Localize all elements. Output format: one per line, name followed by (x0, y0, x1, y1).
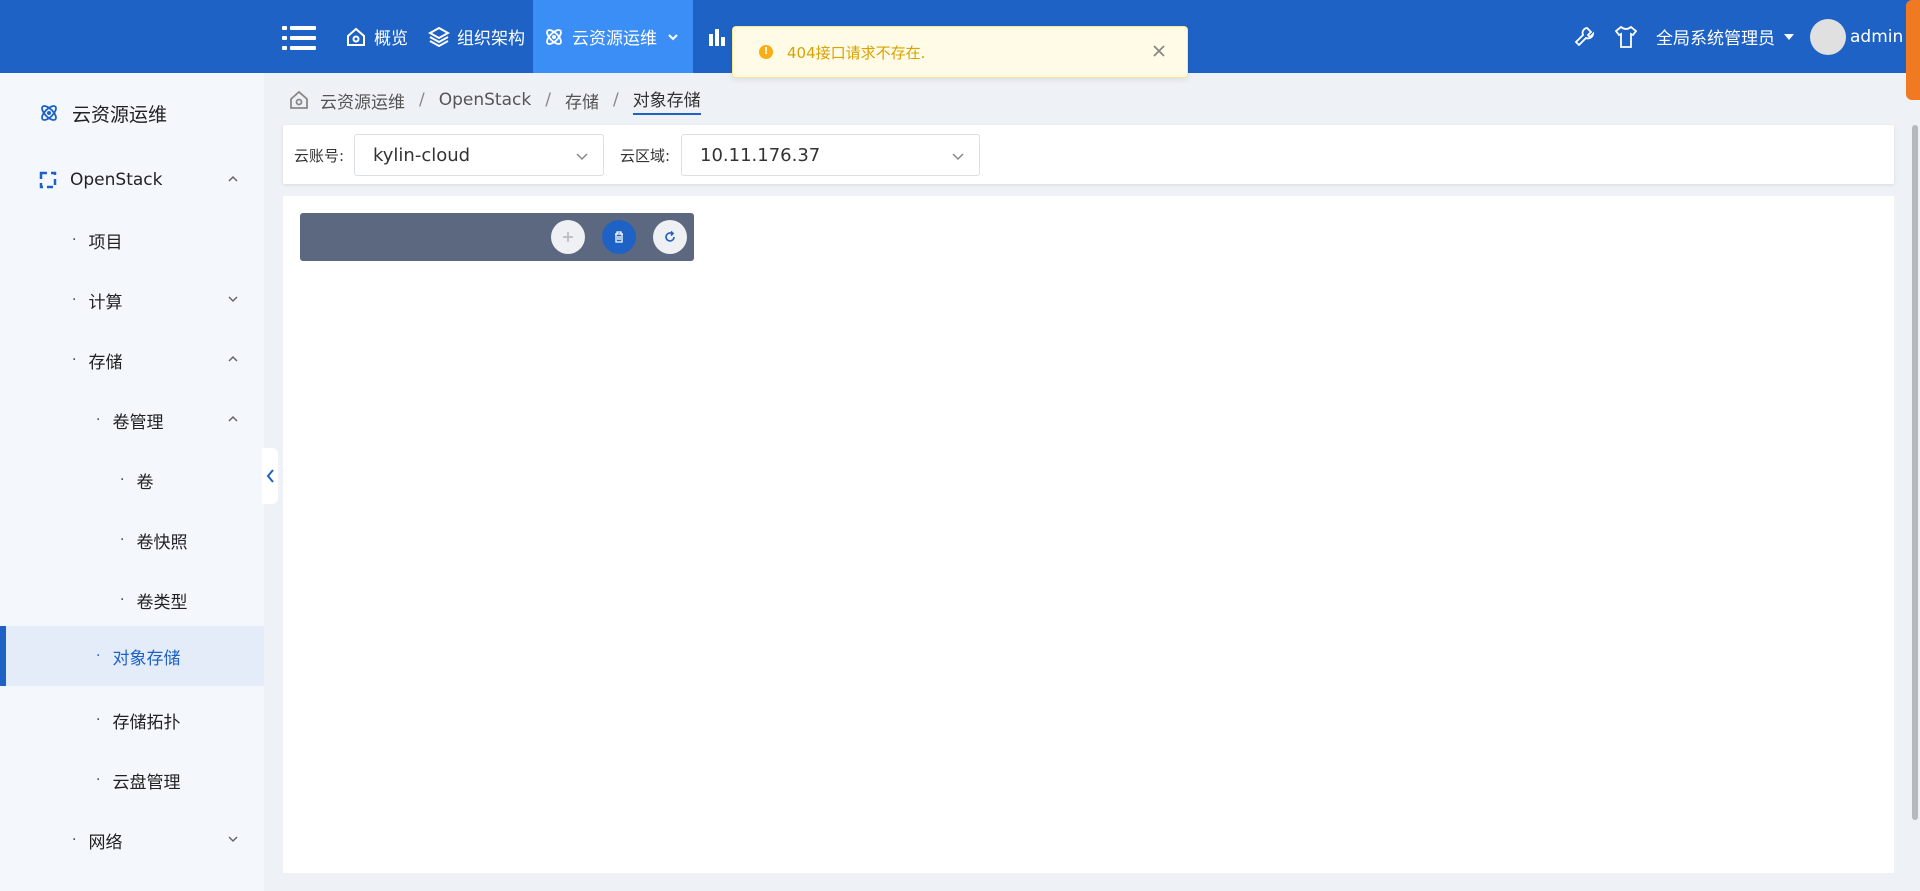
openstack-icon (39, 171, 57, 189)
sidebar-item-volume[interactable]: · 卷 (0, 450, 264, 510)
wrench-icon[interactable] (1573, 0, 1597, 73)
sidebar-item-label: 卷 (136, 472, 154, 493)
region-select[interactable]: 10.11.176.37 (681, 134, 980, 176)
nav-overview[interactable]: 概览 (335, 0, 418, 73)
chevron-left-icon (266, 469, 274, 483)
user-name: admin (1850, 26, 1904, 47)
avatar (1810, 18, 1846, 55)
sidebar-item-label: 云盘管理 (112, 772, 181, 793)
warning-icon: ! (759, 45, 773, 59)
nav-cloud-ops[interactable]: 云资源运维 (533, 0, 693, 73)
sidebar-item-volume-management[interactable]: · 卷管理 (0, 390, 264, 450)
refresh-button[interactable] (653, 220, 687, 254)
sidebar-item-volume-type[interactable]: · 卷类型 (0, 570, 264, 630)
role-selector[interactable]: 全局系统管理员 (1656, 0, 1795, 73)
caret-down-icon (1784, 33, 1794, 40)
account-select[interactable]: kylin-cloud (354, 134, 604, 176)
home-icon (347, 27, 365, 46)
sidebar-item-storage-topology[interactable]: · 存储拓扑 (0, 690, 264, 750)
user-menu[interactable]: admin (1810, 0, 1903, 73)
atom-icon (546, 28, 562, 45)
sidebar-item-label: 项目 (88, 232, 123, 253)
layers-icon (428, 26, 450, 47)
chevron-down-icon (228, 836, 238, 843)
sidebar: 云资源运维 OpenStack · 项目 · 计算 · 存储 · 卷管理 · 卷 · 卷快照… (0, 73, 264, 891)
breadcrumb-item[interactable]: 云资源运维 (320, 88, 405, 113)
nav-cloud-ops-label: 云资源运维 (572, 29, 657, 49)
sidebar-item-label: 计算 (88, 292, 123, 313)
sidebar-item-label: 网络 (88, 832, 123, 853)
sidebar-item-label: 卷快照 (136, 532, 188, 553)
add-button[interactable] (551, 220, 585, 254)
sidebar-item-openstack[interactable]: OpenStack (0, 150, 264, 210)
sidebar-item-object-storage[interactable]: · 对象存储 (0, 626, 264, 686)
role-label: 全局系统管理员 (1656, 29, 1775, 49)
region-label: 云区域: (620, 147, 671, 165)
chevron-down-icon (952, 153, 964, 161)
breadcrumb-current: 对象存储 (632, 86, 701, 115)
menu-toggle-icon[interactable] (282, 26, 316, 50)
region-select-value: 10.11.176.37 (700, 144, 821, 166)
breadcrumb-item[interactable]: 存储 (565, 88, 599, 113)
toast-message: 404接口请求不存在. (787, 43, 926, 62)
sidebar-item-label: 卷管理 (112, 412, 164, 433)
trash-icon (615, 231, 623, 243)
breadcrumb-item[interactable]: OpenStack (439, 90, 531, 110)
filter-bar: 云账号: kylin-cloud 云区域: 10.11.176.37 (283, 125, 1894, 184)
side-drawer-handle[interactable] (1906, 0, 1920, 100)
nav-organization[interactable]: 组织架构 (418, 0, 535, 73)
sidebar-item-project[interactable]: · 项目 (0, 210, 264, 270)
sidebar-item-compute[interactable]: · 计算 (0, 270, 264, 330)
tshirt-icon[interactable] (1613, 0, 1639, 73)
sidebar-item-label: 存储 (88, 352, 123, 373)
chevron-down-icon (576, 153, 588, 161)
account-label: 云账号: (294, 147, 345, 165)
close-icon[interactable] (1149, 41, 1169, 61)
refresh-icon (665, 230, 675, 242)
delete-button[interactable] (602, 220, 636, 254)
sidebar-item-label: 对象存储 (112, 648, 181, 669)
sidebar-title-label: 云资源运维 (72, 103, 168, 126)
sidebar-item-label: 存储拓扑 (112, 712, 181, 733)
chevron-up-icon (228, 355, 238, 362)
home-icon[interactable] (288, 89, 310, 111)
sidebar-item-storage[interactable]: · 存储 (0, 330, 264, 390)
sidebar-item-label: OpenStack (70, 170, 163, 190)
sidebar-item-network[interactable]: · 网络 (0, 810, 264, 870)
nav-organization-label: 组织架构 (457, 29, 525, 49)
account-select-value: kylin-cloud (373, 144, 471, 166)
sidebar-title: 云资源运维 (38, 98, 167, 128)
scrollbar[interactable] (1912, 125, 1918, 820)
plus-icon (563, 232, 573, 242)
error-toast: ! 404接口请求不存在. (732, 26, 1188, 78)
bar-chart-icon (709, 28, 725, 46)
sidebar-item-cloud-disk[interactable]: · 云盘管理 (0, 750, 264, 810)
sidebar-item-label: 卷类型 (136, 592, 188, 613)
sidebar-collapse-button[interactable] (262, 448, 278, 504)
sidebar-item-volume-snapshot[interactable]: · 卷快照 (0, 510, 264, 570)
atom-icon (41, 105, 57, 121)
toolbar (300, 213, 694, 261)
chevron-up-icon (228, 415, 238, 422)
main-content (283, 196, 1894, 873)
nav-overview-label: 概览 (374, 29, 408, 49)
chevron-down-icon (228, 296, 238, 303)
chevron-down-icon (668, 33, 678, 40)
chevron-up-icon (228, 175, 238, 182)
breadcrumb: 云资源运维 / OpenStack / 存储 / 对象存储 (288, 86, 701, 115)
